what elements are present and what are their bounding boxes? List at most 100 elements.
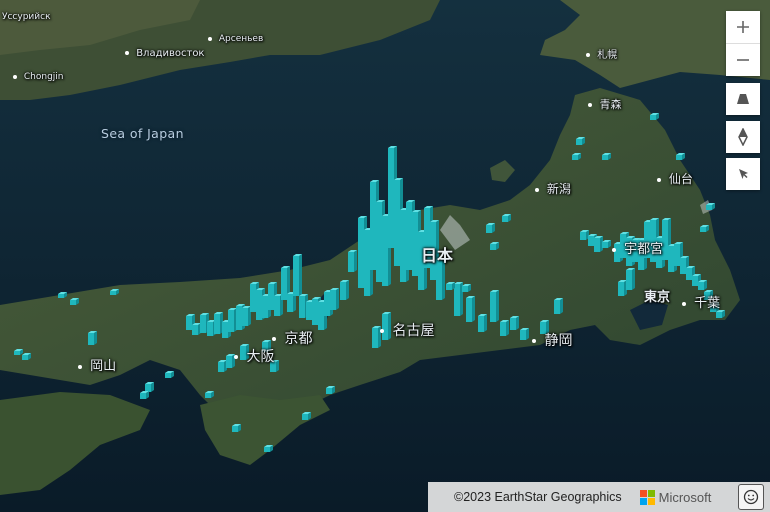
plus-icon bbox=[737, 21, 749, 33]
data-column bbox=[293, 254, 302, 296]
data-column bbox=[145, 382, 154, 392]
attribution-bar: ©2023 EarthStar Geographics Microsoft bbox=[428, 482, 770, 512]
data-column bbox=[580, 230, 589, 240]
pointer-icon bbox=[739, 169, 748, 179]
microsoft-logo-icon bbox=[639, 489, 655, 505]
place-label-chiba: 千葉 bbox=[682, 292, 720, 311]
data-column bbox=[602, 153, 611, 160]
data-column bbox=[490, 290, 499, 322]
data-column bbox=[326, 386, 335, 394]
label-text: Владивосток bbox=[136, 48, 205, 59]
data-column bbox=[242, 306, 251, 326]
label-text: Арсеньев bbox=[218, 34, 264, 44]
label-text: 札幌 bbox=[597, 50, 618, 61]
city-dot bbox=[586, 53, 590, 57]
city-dot bbox=[125, 51, 129, 55]
data-column bbox=[348, 250, 357, 272]
brand-label: Microsoft bbox=[658, 489, 712, 505]
label-text: 青森 bbox=[599, 98, 622, 111]
copyright-text: ©2023 EarthStar Geographics bbox=[454, 490, 622, 504]
city-dot bbox=[612, 247, 616, 252]
label-text: 新潟 bbox=[546, 182, 571, 196]
label-text: 千葉 bbox=[694, 296, 721, 311]
city-dot bbox=[208, 36, 212, 41]
data-column bbox=[698, 280, 707, 290]
data-column bbox=[218, 360, 227, 372]
data-column bbox=[446, 282, 455, 290]
label-text: 仙台 bbox=[668, 172, 693, 186]
city-dot bbox=[380, 329, 384, 333]
label-text: Chongjin bbox=[23, 72, 64, 82]
data-column bbox=[165, 371, 174, 378]
zoom-out-button[interactable] bbox=[726, 44, 760, 76]
place-label-aomori: 青森 bbox=[588, 96, 622, 112]
minus-icon bbox=[737, 59, 749, 61]
place-label-ussuriysk: Уссурийск bbox=[2, 12, 51, 22]
compass-button[interactable] bbox=[726, 121, 760, 153]
data-column bbox=[58, 292, 67, 298]
data-column bbox=[22, 353, 31, 360]
place-label-shizuoka: 静岡 bbox=[532, 330, 572, 350]
data-column bbox=[716, 310, 725, 318]
data-column bbox=[594, 236, 603, 252]
data-column bbox=[192, 323, 201, 335]
place-label-niigata: 新潟 bbox=[535, 180, 571, 197]
data-column bbox=[706, 203, 715, 210]
label-text: 宇都宮 bbox=[624, 242, 664, 257]
selection-control bbox=[726, 158, 760, 190]
place-label-vladivostok: Владивосток bbox=[125, 48, 204, 59]
city-dot bbox=[532, 339, 536, 343]
label-text: 京都 bbox=[284, 331, 313, 347]
data-column bbox=[228, 308, 237, 332]
data-column bbox=[510, 316, 519, 330]
place-label-arseniev: Арсеньев bbox=[208, 34, 263, 44]
data-column bbox=[490, 242, 499, 250]
data-column bbox=[520, 328, 529, 340]
selection-button[interactable] bbox=[726, 158, 760, 190]
pitch-control bbox=[726, 83, 760, 115]
pitch-icon bbox=[737, 94, 749, 104]
data-column bbox=[478, 314, 487, 332]
microsoft-logo[interactable]: Microsoft bbox=[639, 489, 712, 505]
data-column bbox=[462, 284, 471, 292]
data-column bbox=[14, 349, 23, 355]
data-column bbox=[340, 280, 349, 300]
data-column bbox=[232, 424, 241, 432]
label-text: 日本 bbox=[421, 246, 454, 265]
data-column bbox=[500, 320, 509, 336]
label-text: 大阪 bbox=[246, 349, 275, 365]
pitch-button[interactable] bbox=[726, 83, 760, 115]
place-label-tokyo: 東京 bbox=[644, 286, 670, 305]
data-column bbox=[576, 137, 585, 145]
data-column bbox=[618, 280, 627, 296]
place-label-okayama: 岡山 bbox=[78, 355, 116, 374]
place-label-kyoto: 京都 bbox=[272, 328, 312, 348]
zoom-in-button[interactable] bbox=[726, 11, 760, 44]
place-label-sapporo: 札幌 bbox=[586, 46, 617, 61]
label-text: Уссурийск bbox=[2, 12, 51, 22]
smiley-icon bbox=[743, 489, 759, 505]
label-text: 岡山 bbox=[90, 359, 117, 374]
map-view[interactable]: Уссурийск Арсеньев Владивосток Chongjin … bbox=[0, 0, 770, 512]
place-label-nihon: 日本 bbox=[421, 242, 453, 266]
city-dot bbox=[657, 177, 661, 182]
zoom-control bbox=[726, 11, 760, 76]
place-label-osaka: 大阪 bbox=[234, 346, 274, 366]
sea-label: Sea of Japan bbox=[101, 126, 184, 141]
compass-icon bbox=[738, 128, 748, 146]
data-column bbox=[214, 312, 223, 334]
city-dot bbox=[78, 364, 82, 369]
place-label-sendai: 仙台 bbox=[657, 170, 693, 187]
data-column bbox=[502, 214, 511, 222]
data-column bbox=[650, 113, 659, 120]
data-column bbox=[700, 225, 709, 232]
city-dot bbox=[535, 187, 539, 192]
feedback-button[interactable] bbox=[738, 484, 764, 510]
data-column bbox=[88, 331, 97, 345]
city-dot bbox=[272, 337, 276, 341]
data-column bbox=[486, 223, 495, 233]
compass-control bbox=[726, 121, 760, 153]
data-column bbox=[264, 445, 273, 452]
data-column bbox=[205, 391, 214, 398]
city-dot bbox=[682, 301, 686, 306]
